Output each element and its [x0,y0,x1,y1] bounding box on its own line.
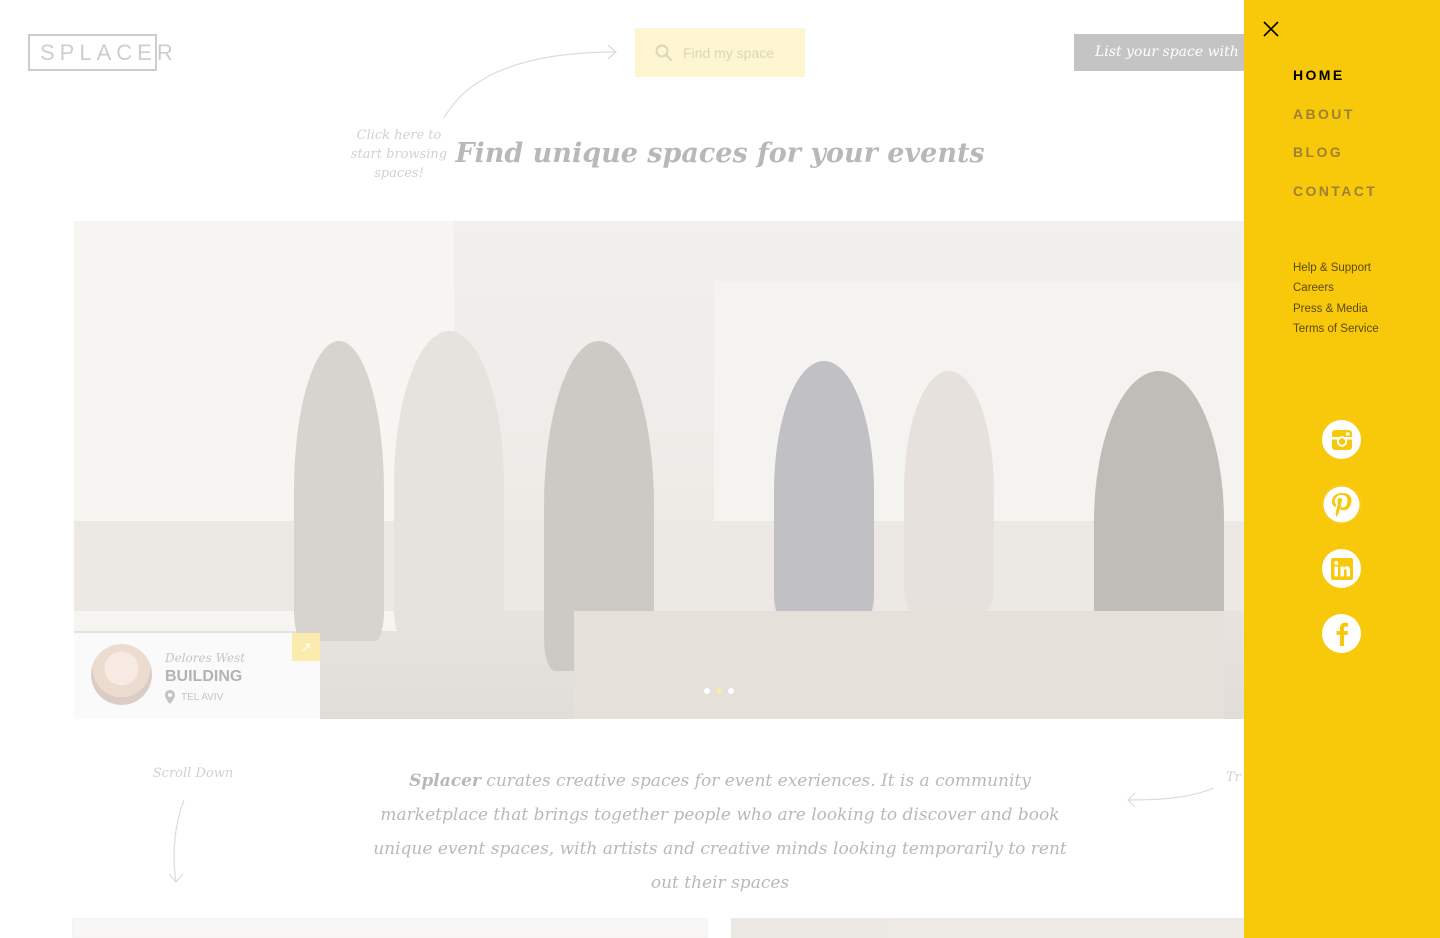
brand-name: Splacer [409,771,481,791]
arrow-doodle-icon [443,44,617,119]
nav-item-home[interactable]: HOME [1293,66,1377,105]
slider-dot[interactable] [728,688,734,694]
space-type: BUILDING [165,668,243,685]
nav-item-contact[interactable]: CONTACT [1293,182,1377,221]
secondary-links: Help & Support Careers Press & Media Ter… [1293,260,1379,341]
facebook-button[interactable] [1322,614,1361,653]
link-terms-of-service[interactable]: Terms of Service [1293,321,1379,341]
right-hint: Tr [1226,770,1241,785]
slider-dot-active[interactable] [716,688,722,694]
arrow-doodle-icon [1127,787,1215,808]
page-background: SPLACER Find my space List your space wi… [0,0,1440,938]
host-card[interactable]: Delores West BUILDING TEL AVIV ↗ [74,633,320,719]
side-menu: HOME ABOUT BLOG CONTACT Help & Support C… [1244,0,1440,938]
arrow-up-right-icon: ↗ [300,639,312,655]
host-name: Delores West [165,651,246,665]
link-press-media[interactable]: Press & Media [1293,301,1379,321]
link-careers[interactable]: Careers [1293,280,1379,300]
space-location: TEL AVIV [165,690,223,704]
space-card-thumbnail[interactable] [731,918,1244,938]
list-your-space-button[interactable]: List your space with us [1074,34,1244,97]
scroll-arrow-icon [168,799,185,883]
splacer-logo[interactable]: SPLACER [28,34,173,71]
link-help-support[interactable]: Help & Support [1293,260,1379,280]
linkedin-button[interactable] [1322,549,1361,588]
about-paragraph: Splacer curates creative spaces for even… [368,764,1072,900]
close-icon[interactable] [1262,20,1280,38]
pinterest-icon [1322,485,1361,524]
page-headline: Find unique spaces for your events [455,138,985,169]
location-pin-icon [165,690,175,704]
nav-item-about[interactable]: ABOUT [1293,105,1377,144]
slider-dot[interactable] [704,688,710,694]
space-card-thumbnail[interactable] [72,918,708,938]
linkedin-icon [1330,557,1353,580]
avatar [91,644,152,705]
scroll-hint: Scroll Down [152,766,234,781]
main-nav: HOME ABOUT BLOG CONTACT [1293,66,1377,220]
search-box[interactable]: Find my space [635,28,805,77]
instagram-button[interactable] [1322,420,1361,459]
facebook-icon [1336,622,1348,646]
slider-dots[interactable] [704,688,734,694]
pinterest-button[interactable] [1322,485,1361,524]
open-space-button[interactable]: ↗ [292,633,320,661]
nav-item-blog[interactable]: BLOG [1293,143,1377,182]
search-icon [655,44,673,61]
instagram-icon [1331,429,1352,450]
location-label: TEL AVIV [181,691,224,703]
search-placeholder: Find my space [683,44,775,61]
